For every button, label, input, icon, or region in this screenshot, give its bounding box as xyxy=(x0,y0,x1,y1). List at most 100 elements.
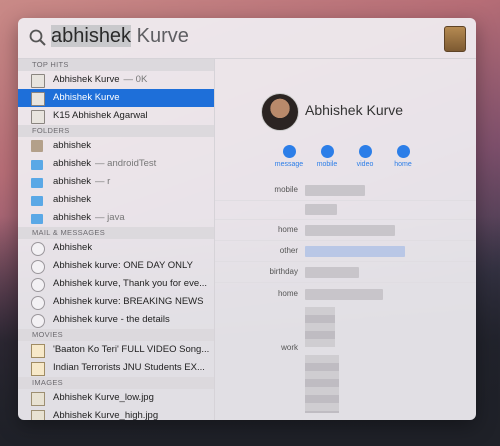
image-file-icon xyxy=(31,410,45,420)
movie-file-icon xyxy=(31,362,45,376)
result-row[interactable]: abhishek — androidTest xyxy=(18,155,214,173)
result-label: Indian Terrorists JNU Students EX... xyxy=(53,362,205,373)
result-label: K15 Abhishek Agarwal xyxy=(53,110,148,121)
home-folder-icon xyxy=(31,140,43,152)
folder-icon xyxy=(31,196,43,206)
redacted-address xyxy=(305,355,339,413)
folder-icon xyxy=(31,178,43,188)
result-label: abhishek xyxy=(53,176,92,187)
query-highlight: abhishek xyxy=(51,25,132,47)
result-label: abhishek xyxy=(53,194,92,205)
section-header: FOLDERS xyxy=(18,125,214,137)
result-row[interactable]: Abhishek kurve, Thank you for eve... xyxy=(18,275,214,293)
search-icon xyxy=(29,29,46,46)
redacted-value xyxy=(305,246,405,257)
result-label: Abhishek Kurve_high.jpg xyxy=(53,410,159,420)
action-message[interactable]: message xyxy=(269,145,309,168)
result-row[interactable]: abhishek — r xyxy=(18,173,214,191)
result-label: Abhishek kurve, Thank you for eve... xyxy=(53,278,208,289)
field-label: work xyxy=(281,343,298,352)
result-row[interactable]: Abhishek Kurve — 0K xyxy=(18,71,214,89)
avatar xyxy=(261,93,299,131)
result-label: Abhishek kurve - the details xyxy=(53,314,170,325)
result-label: abhishek xyxy=(53,212,92,223)
result-path: — 0K xyxy=(123,74,148,85)
result-label: abhishek xyxy=(53,140,92,151)
contact-card-icon xyxy=(31,92,45,106)
field-other: other xyxy=(215,242,476,262)
mail-icon xyxy=(31,278,45,292)
field-label: home xyxy=(277,225,298,234)
action-home[interactable]: home xyxy=(383,145,423,168)
action-label: home xyxy=(394,161,412,168)
result-row[interactable]: Abhishek Kurve xyxy=(18,89,214,107)
action-label: message xyxy=(274,161,304,168)
result-label: 'Baaton Ko Teri' FULL VIDEO Song... xyxy=(53,344,210,355)
result-label: Abhishek Kurve xyxy=(53,74,120,85)
result-row[interactable]: Indian Terrorists JNU Students EX... xyxy=(18,359,214,377)
contact-card-icon xyxy=(31,110,45,124)
section-header: MOVIES xyxy=(18,329,214,341)
result-path: — r xyxy=(95,176,111,187)
section-header: TOP HITS xyxy=(18,59,214,71)
section-header: IMAGES xyxy=(18,377,214,389)
redacted-value xyxy=(305,185,365,196)
result-label: Abhishek kurve: BREAKING NEWS xyxy=(53,296,204,307)
result-row[interactable]: abhishek — java xyxy=(18,209,214,227)
result-row[interactable]: Abhishek kurve - the details xyxy=(18,311,214,329)
action-label: mobile xyxy=(316,161,338,168)
action-video[interactable]: video xyxy=(345,145,385,168)
field-label: other xyxy=(279,246,298,255)
phone-icon xyxy=(320,145,334,158)
field-home-address: home xyxy=(215,285,476,304)
search-query[interactable]: abhishek Kurve xyxy=(51,25,189,48)
redacted-value xyxy=(305,267,359,278)
field-birthday: birthday xyxy=(215,263,476,283)
field-work-address: work xyxy=(215,339,476,358)
result-label: Abhishek kurve: ONE DAY ONLY xyxy=(53,260,193,271)
contact-preview: Abhishek Kurve message mobile video home mo… xyxy=(215,59,476,420)
contact-name: Abhishek Kurve xyxy=(305,102,404,118)
result-label: abhishek xyxy=(53,158,92,169)
video-icon xyxy=(358,145,372,158)
contact-card-icon xyxy=(31,74,45,88)
action-mobile[interactable]: mobile xyxy=(307,145,347,168)
result-row[interactable]: Abhishek kurve: BREAKING NEWS xyxy=(18,293,214,311)
message-icon xyxy=(282,145,296,158)
result-row[interactable]: 'Baaton Ko Teri' FULL VIDEO Song... xyxy=(18,341,214,359)
redacted-value xyxy=(305,289,383,300)
result-row[interactable]: Abhishek xyxy=(18,239,214,257)
movie-file-icon xyxy=(31,344,45,358)
search-bar[interactable]: abhishek Kurve xyxy=(18,18,476,59)
mail-icon xyxy=(31,314,45,328)
result-row[interactable]: Abhishek Kurve_low.jpg xyxy=(18,389,214,407)
result-row[interactable]: abhishek xyxy=(18,191,214,209)
result-path: — java xyxy=(95,212,125,223)
result-label: Abhishek xyxy=(53,242,93,253)
result-label: Abhishek Kurve xyxy=(53,92,120,103)
contacts-app-icon xyxy=(444,26,466,52)
contact-actions: message mobile video home xyxy=(269,145,429,173)
mail-icon xyxy=(31,242,45,256)
image-file-icon xyxy=(31,392,45,406)
action-label: video xyxy=(356,161,374,168)
results-list: TOP HITS Abhishek Kurve — 0K Abhishek Kurve… xyxy=(18,59,214,420)
mail-icon xyxy=(31,296,45,310)
result-row[interactable]: Abhishek kurve: ONE DAY ONLY xyxy=(18,257,214,275)
field-home: home xyxy=(215,221,476,241)
spotlight-window: abhishek Kurve TOP HITS Abhishek Kurve — 0… xyxy=(18,18,476,420)
section-header: MAIL & MESSAGES xyxy=(18,227,214,239)
result-row[interactable]: abhishek xyxy=(18,137,214,155)
folder-icon xyxy=(31,160,43,170)
redacted-value xyxy=(305,204,337,215)
field-label: mobile xyxy=(274,185,298,194)
query-completion: Kurve xyxy=(131,25,189,47)
field-mobile: mobile xyxy=(215,181,476,201)
result-row[interactable]: K15 Abhishek Agarwal xyxy=(18,107,214,125)
result-path: — androidTest xyxy=(95,158,157,169)
mail-icon xyxy=(396,145,410,158)
mail-icon xyxy=(31,260,45,274)
result-row[interactable]: Abhishek Kurve_high.jpg xyxy=(18,407,214,420)
field-label: home xyxy=(277,289,298,298)
field-mobile-2 xyxy=(215,200,476,220)
